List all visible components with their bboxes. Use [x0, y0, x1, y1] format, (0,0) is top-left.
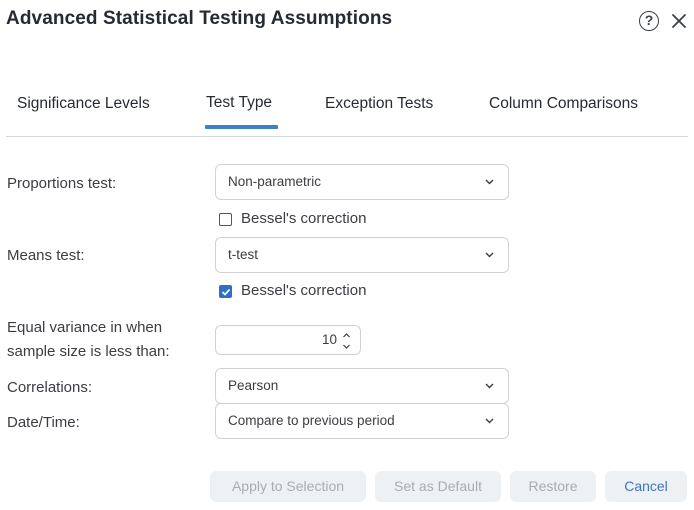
datetime-value: Compare to previous period: [228, 413, 395, 428]
apply-to-selection-button[interactable]: Apply to Selection: [210, 471, 366, 502]
correlations-value: Pearson: [228, 378, 279, 393]
correlations-select[interactable]: Pearson: [215, 368, 509, 404]
tabs-divider: [6, 136, 688, 137]
active-tab-indicator: [205, 125, 278, 129]
proportions-bessel-label: Bessel's correction: [241, 210, 367, 227]
proportions-bessel-checkbox[interactable]: [219, 213, 232, 226]
means-test-select[interactable]: t-test: [215, 237, 509, 273]
proportions-test-value: Non-parametric: [228, 174, 322, 189]
chevron-down-icon: [485, 252, 494, 258]
tab-test-type[interactable]: Test Type: [206, 94, 272, 112]
help-icon[interactable]: ?: [639, 11, 659, 31]
cancel-button[interactable]: Cancel: [605, 471, 687, 502]
tab-significance-levels[interactable]: Significance Levels: [17, 95, 150, 113]
set-as-default-button[interactable]: Set as Default: [375, 471, 501, 502]
equal-variance-value: 10: [321, 332, 337, 347]
correlations-label: Correlations:: [7, 379, 93, 396]
tab-column-comparisons[interactable]: Column Comparisons: [489, 95, 638, 113]
means-bessel-checkbox[interactable]: [219, 285, 232, 298]
proportions-test-select[interactable]: Non-parametric: [215, 164, 509, 200]
equal-variance-stepper[interactable]: 10: [215, 325, 361, 355]
datetime-label: Date/Time:: [7, 414, 80, 431]
chevron-down-icon: [485, 418, 494, 424]
dialog-title: Advanced Statistical Testing Assumptions: [6, 8, 393, 29]
tab-exception-tests[interactable]: Exception Tests: [325, 95, 433, 113]
means-test-value: t-test: [228, 247, 259, 262]
means-bessel-label: Bessel's correction: [241, 282, 367, 299]
chevron-down-icon: [485, 383, 494, 389]
close-icon[interactable]: [671, 13, 687, 29]
chevron-down-icon: [485, 179, 494, 185]
checkmark-icon: [221, 288, 231, 296]
means-test-label: Means test:: [7, 247, 85, 264]
stepper-arrows-icon[interactable]: [342, 331, 351, 351]
datetime-select[interactable]: Compare to previous period: [215, 403, 509, 439]
restore-button[interactable]: Restore: [510, 471, 596, 502]
tab-bar: Significance Levels Test Type Exception …: [0, 86, 694, 138]
equal-variance-label-line1: Equal variance in when: [7, 319, 163, 336]
proportions-test-label: Proportions test:: [7, 175, 117, 192]
equal-variance-label-line2: sample size is less than:: [7, 343, 170, 360]
